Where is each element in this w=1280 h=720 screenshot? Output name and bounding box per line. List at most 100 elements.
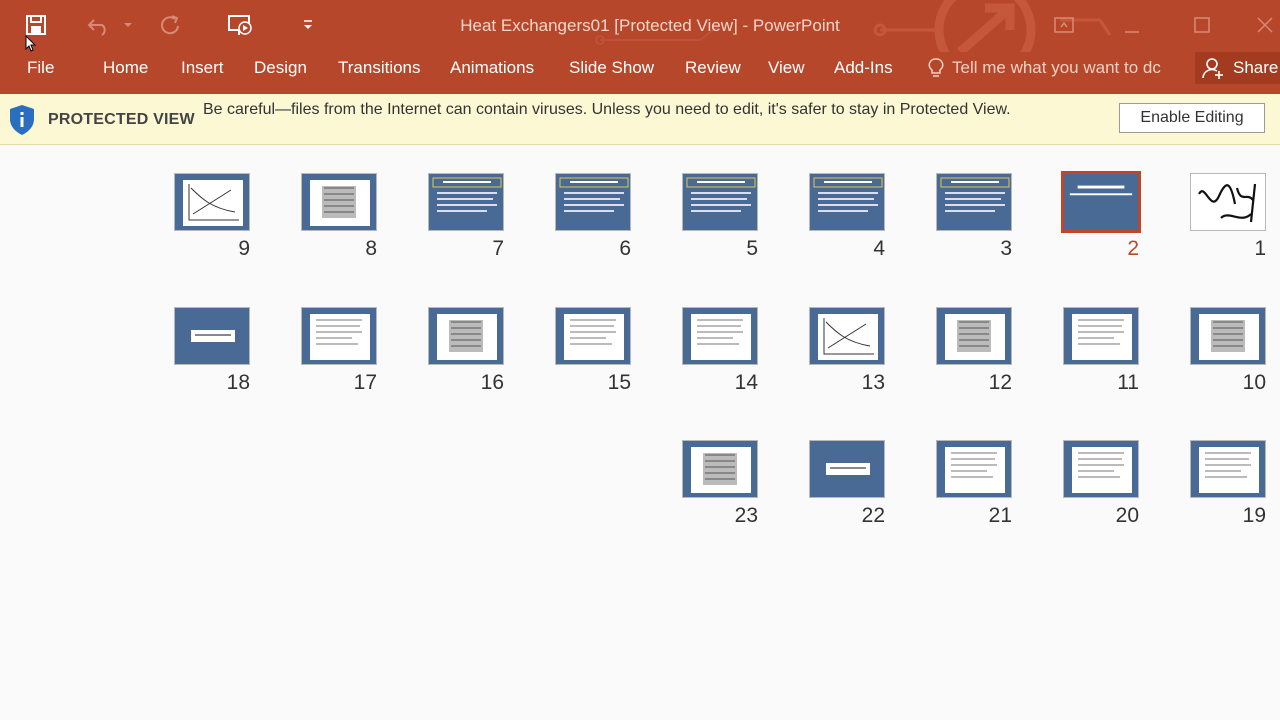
slide-number: 19 (1242, 504, 1266, 527)
slide-thumbnail-12[interactable]: 12 (936, 307, 1012, 397)
slide-thumbnail-23[interactable]: 23 (682, 440, 758, 530)
slide-number: 1 (1254, 237, 1266, 260)
slide-thumbnail-8[interactable]: 8 (301, 173, 377, 263)
slide-number: 17 (353, 371, 377, 394)
slide-number: 11 (1117, 371, 1139, 394)
slide-thumbnail-14[interactable]: 14 (682, 307, 758, 397)
slide-preview (301, 307, 377, 365)
slide-thumbnail-20[interactable]: 20 (1063, 440, 1139, 530)
slide-preview (682, 307, 758, 365)
ribbon-tabs: File Home Insert Design Transitions Anim… (0, 52, 1280, 94)
slide-thumbnail-2[interactable]: 2 (1061, 171, 1141, 263)
share-label: Share (1233, 58, 1279, 77)
tab-animations[interactable]: Animations (450, 59, 534, 87)
tab-review[interactable]: Review (685, 59, 741, 87)
slide-number: 4 (873, 237, 885, 260)
slide-number: 23 (734, 504, 758, 527)
slide-number: 9 (238, 237, 250, 260)
slide-sorter: 1 2 3 4 5 6 7 8 9 10 11 12 13 14 15 16 17 18 19 20 21 22 23 (0, 146, 1280, 720)
slide-preview (809, 173, 885, 231)
tell-me-search[interactable]: Tell me what you want to dc (926, 52, 1161, 84)
slide-preview (1061, 171, 1141, 233)
slide-preview (1063, 307, 1139, 365)
slide-thumbnail-16[interactable]: 16 (428, 307, 504, 397)
slide-thumbnail-9[interactable]: 9 (174, 173, 250, 263)
tab-home[interactable]: Home (103, 59, 148, 87)
ribbon-display-options-button[interactable] (1044, 10, 1084, 40)
slide-number: 3 (1000, 237, 1012, 260)
slide-number: 15 (607, 371, 631, 394)
slide-preview (428, 173, 504, 231)
slide-thumbnail-3[interactable]: 3 (936, 173, 1012, 263)
slide-number: 5 (746, 237, 758, 260)
tab-file[interactable]: File (27, 59, 54, 87)
slide-preview (1190, 307, 1266, 365)
protected-view-bar: PROTECTED VIEW Be careful—files from the… (0, 94, 1280, 145)
slide-preview (1190, 173, 1266, 231)
slide-thumbnail-6[interactable]: 6 (555, 173, 631, 263)
slide-thumbnail-10[interactable]: 10 (1190, 307, 1266, 397)
slide-number: 13 (861, 371, 885, 394)
slide-thumbnail-19[interactable]: 19 (1190, 440, 1266, 530)
tab-view[interactable]: View (768, 59, 805, 87)
slide-preview (809, 440, 885, 498)
close-icon (1257, 17, 1273, 33)
ribbon-display-icon (1054, 17, 1074, 33)
tab-slide-show[interactable]: Slide Show (569, 59, 654, 87)
slide-thumbnail-1[interactable]: 1 (1190, 173, 1266, 263)
slide-thumbnail-11[interactable]: 11 (1063, 307, 1139, 397)
lightbulb-icon (928, 58, 944, 77)
slide-preview (1190, 440, 1266, 498)
slide-number: 20 (1115, 504, 1139, 527)
slide-thumbnail-22[interactable]: 22 (809, 440, 885, 530)
slide-preview (555, 173, 631, 231)
slide-preview (682, 440, 758, 498)
slide-preview (1063, 440, 1139, 498)
slide-thumbnail-7[interactable]: 7 (428, 173, 504, 263)
slide-preview (301, 173, 377, 231)
slide-preview (174, 173, 250, 231)
slide-preview (682, 173, 758, 231)
slide-preview (555, 307, 631, 365)
slide-preview (936, 440, 1012, 498)
slide-number: 10 (1242, 371, 1266, 394)
slide-number: 2 (1127, 237, 1139, 260)
slide-number: 6 (619, 237, 631, 260)
tell-me-placeholder: Tell me what you want to dc (952, 58, 1161, 77)
tab-add-ins[interactable]: Add-Ins (834, 59, 893, 87)
minimize-button[interactable] (1112, 10, 1152, 40)
slide-number: 22 (861, 504, 885, 527)
close-button[interactable] (1250, 10, 1280, 40)
title-bar: Heat Exchangers01 [Protected View] - Pow… (0, 0, 1280, 52)
enable-editing-button[interactable]: Enable Editing (1119, 103, 1265, 133)
slide-thumbnail-5[interactable]: 5 (682, 173, 758, 263)
maximize-icon (1194, 17, 1210, 33)
slide-thumbnail-15[interactable]: 15 (555, 307, 631, 397)
maximize-button[interactable] (1182, 10, 1222, 40)
tab-design[interactable]: Design (254, 59, 307, 87)
slide-preview (936, 173, 1012, 231)
protected-view-label: PROTECTED VIEW (48, 111, 195, 128)
slide-number: 21 (988, 504, 1012, 527)
tab-insert[interactable]: Insert (181, 59, 224, 87)
slide-preview (936, 307, 1012, 365)
slide-thumbnail-4[interactable]: 4 (809, 173, 885, 263)
share-button[interactable]: Share (1195, 52, 1280, 84)
slide-number: 16 (480, 371, 504, 394)
slide-thumbnail-13[interactable]: 13 (809, 307, 885, 397)
tab-transitions[interactable]: Transitions (338, 59, 421, 87)
slide-thumbnail-18[interactable]: 18 (174, 307, 250, 397)
window-title: Heat Exchangers01 [Protected View] - Pow… (460, 16, 840, 35)
slide-number: 12 (988, 371, 1012, 394)
slide-thumbnail-17[interactable]: 17 (301, 307, 377, 397)
protected-view-message: Be careful—files from the Internet can c… (203, 101, 1011, 118)
slide-number: 7 (492, 237, 504, 260)
mouse-cursor (25, 35, 37, 52)
slide-preview (428, 307, 504, 365)
slide-number: 18 (226, 371, 250, 394)
share-person-icon (1202, 58, 1223, 79)
slide-thumbnail-21[interactable]: 21 (936, 440, 1012, 530)
slide-number: 8 (365, 237, 377, 260)
shield-icon (10, 105, 34, 135)
slide-number: 14 (734, 371, 758, 394)
